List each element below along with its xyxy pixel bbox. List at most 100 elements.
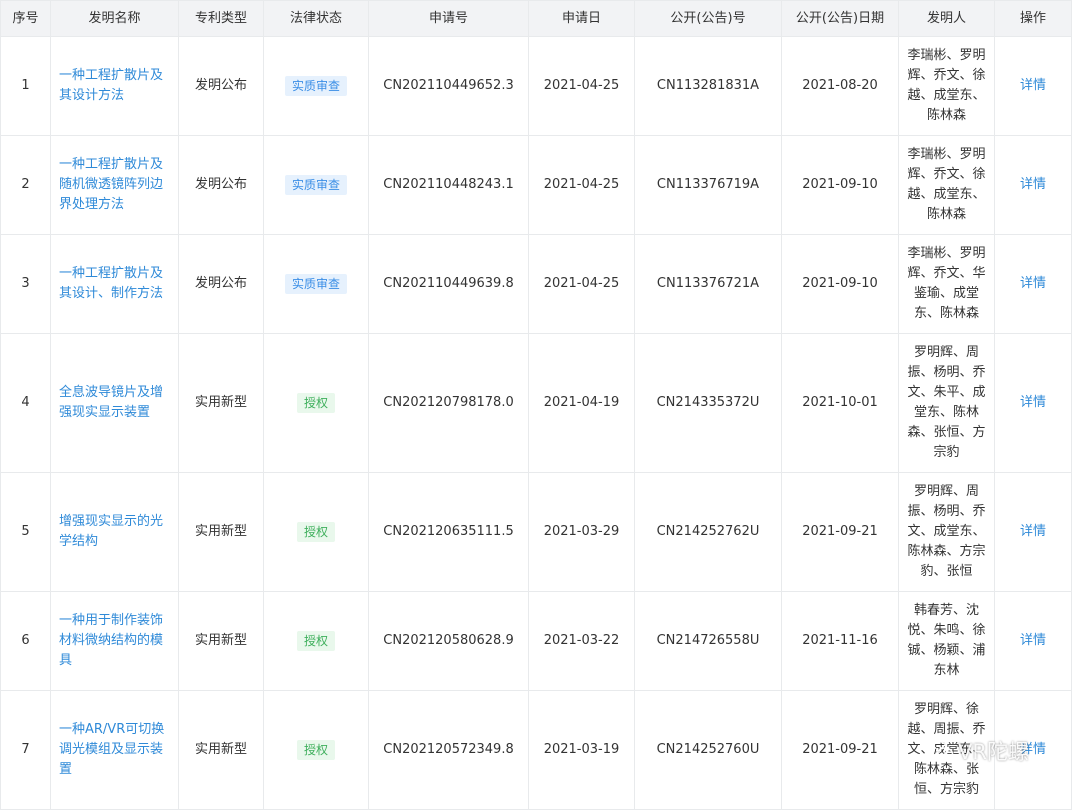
invention-name-link[interactable]: 全息波导镜片及增强现实显示装置 — [59, 385, 163, 420]
detail-link[interactable]: 详情 — [1020, 524, 1046, 539]
cell-name: 一种AR/VR可切换调光模组及显示装置 — [50, 690, 179, 810]
patent-table: 序号 发明名称 专利类型 法律状态 申请号 申请日 公开(公告)号 公开(公告)… — [0, 0, 1072, 810]
cell-app-no: CN202120798178.0 — [368, 333, 529, 473]
cell-app-no: CN202120580628.9 — [368, 591, 529, 691]
wechat-icon — [928, 740, 954, 761]
cell-action: 详情 — [994, 135, 1072, 235]
header-app-date: 申请日 — [528, 0, 635, 37]
cell-action: 详情 — [994, 472, 1072, 592]
status-badge: 授权 — [296, 521, 335, 542]
cell-seq: 2 — [0, 135, 51, 235]
cell-app-no: CN202110449639.8 — [368, 234, 529, 334]
cell-type: 发明公布 — [178, 36, 264, 136]
header-pub-no: 公开(公告)号 — [634, 0, 782, 37]
cell-pub-no: CN214335372U — [634, 333, 782, 473]
status-badge: 授权 — [296, 630, 335, 651]
header-pub-date: 公开(公告)日期 — [781, 0, 899, 37]
cell-inventors: 罗明辉、周振、杨明、乔文、成堂东、陈林森、方宗豹、张恒 — [898, 472, 995, 592]
invention-name-link[interactable]: 一种用于制作装饰材料微纳结构的模具 — [59, 613, 163, 668]
cell-status: 授权 — [263, 690, 369, 810]
detail-link[interactable]: 详情 — [1020, 395, 1046, 410]
cell-action: 详情 — [994, 36, 1072, 136]
cell-action: 详情 — [994, 234, 1072, 334]
header-seq: 序号 — [0, 0, 51, 37]
cell-type: 实用新型 — [178, 472, 264, 592]
cell-name: 一种工程扩散片及其设计方法 — [50, 36, 179, 136]
table-row: 7 一种AR/VR可切换调光模组及显示装置 实用新型 授权 CN20212057… — [0, 690, 1072, 810]
cell-seq: 5 — [0, 472, 51, 592]
detail-link[interactable]: 详情 — [1020, 633, 1046, 648]
invention-name-link[interactable]: 一种AR/VR可切换调光模组及显示装置 — [59, 722, 164, 777]
cell-status: 授权 — [263, 333, 369, 473]
invention-name-link[interactable]: 一种工程扩散片及随机微透镜阵列边界处理方法 — [59, 157, 163, 212]
header-status: 法律状态 — [263, 0, 369, 37]
cell-name: 增强现实显示的光学结构 — [50, 472, 179, 592]
cell-app-no: CN202110448243.1 — [368, 135, 529, 235]
table-row: 2 一种工程扩散片及随机微透镜阵列边界处理方法 发明公布 实质审查 CN2021… — [0, 135, 1072, 235]
watermark-text: VR陀螺 — [958, 740, 1029, 764]
cell-type: 发明公布 — [178, 234, 264, 334]
cell-pub-no: CN214252762U — [634, 472, 782, 592]
cell-status: 授权 — [263, 472, 369, 592]
invention-name-link[interactable]: 一种工程扩散片及其设计、制作方法 — [59, 266, 163, 301]
cell-pub-no: CN214252760U — [634, 690, 782, 810]
cell-type: 实用新型 — [178, 690, 264, 810]
header-inventors: 发明人 — [898, 0, 995, 37]
status-badge: 授权 — [296, 392, 335, 413]
table-header-row: 序号 发明名称 专利类型 法律状态 申请号 申请日 公开(公告)号 公开(公告)… — [0, 0, 1072, 37]
table-row: 5 增强现实显示的光学结构 实用新型 授权 CN202120635111.5 2… — [0, 472, 1072, 592]
cell-seq: 6 — [0, 591, 51, 691]
cell-pub-date: 2021-11-16 — [781, 591, 899, 691]
cell-inventors: 李瑞彬、罗明辉、乔文、华鉴瑜、成堂东、陈林森 — [898, 234, 995, 334]
cell-pub-date: 2021-09-21 — [781, 472, 899, 592]
cell-action: 详情 — [994, 333, 1072, 473]
cell-seq: 7 — [0, 690, 51, 810]
table-row: 4 全息波导镜片及增强现实显示装置 实用新型 授权 CN202120798178… — [0, 333, 1072, 473]
table-row: 6 一种用于制作装饰材料微纳结构的模具 实用新型 授权 CN2021205806… — [0, 591, 1072, 691]
cell-pub-no: CN113281831A — [634, 36, 782, 136]
cell-app-no: CN202120635111.5 — [368, 472, 529, 592]
table-row: 1 一种工程扩散片及其设计方法 发明公布 实质审查 CN202110449652… — [0, 36, 1072, 136]
cell-pub-date: 2021-09-10 — [781, 234, 899, 334]
cell-type: 发明公布 — [178, 135, 264, 235]
cell-inventors: 罗明辉、周振、杨明、乔文、朱平、成堂东、陈林森、张恒、方宗豹 — [898, 333, 995, 473]
detail-link[interactable]: 详情 — [1020, 177, 1046, 192]
cell-app-date: 2021-03-22 — [528, 591, 635, 691]
cell-inventors: 李瑞彬、罗明辉、乔文、徐越、成堂东、陈林森 — [898, 36, 995, 136]
cell-name: 一种用于制作装饰材料微纳结构的模具 — [50, 591, 179, 691]
cell-type: 实用新型 — [178, 591, 264, 691]
cell-app-date: 2021-04-25 — [528, 135, 635, 235]
cell-name: 一种工程扩散片及随机微透镜阵列边界处理方法 — [50, 135, 179, 235]
cell-app-date: 2021-04-25 — [528, 234, 635, 334]
cell-name: 一种工程扩散片及其设计、制作方法 — [50, 234, 179, 334]
cell-action: 详情 — [994, 591, 1072, 691]
cell-name: 全息波导镜片及增强现实显示装置 — [50, 333, 179, 473]
cell-pub-date: 2021-09-10 — [781, 135, 899, 235]
watermark: VR陀螺 — [928, 736, 1029, 766]
header-name: 发明名称 — [50, 0, 179, 37]
cell-pub-no: CN113376721A — [634, 234, 782, 334]
header-app-no: 申请号 — [368, 0, 529, 37]
cell-status: 实质审查 — [263, 36, 369, 136]
cell-pub-no: CN113376719A — [634, 135, 782, 235]
cell-pub-date: 2021-10-01 — [781, 333, 899, 473]
status-badge: 实质审查 — [284, 75, 347, 96]
detail-link[interactable]: 详情 — [1020, 78, 1046, 93]
cell-pub-date: 2021-08-20 — [781, 36, 899, 136]
cell-app-date: 2021-03-29 — [528, 472, 635, 592]
invention-name-link[interactable]: 增强现实显示的光学结构 — [59, 514, 163, 549]
cell-app-no: CN202110449652.3 — [368, 36, 529, 136]
status-badge: 实质审查 — [284, 174, 347, 195]
header-action: 操作 — [994, 0, 1072, 37]
status-badge: 授权 — [296, 739, 335, 760]
cell-app-date: 2021-03-19 — [528, 690, 635, 810]
cell-seq: 3 — [0, 234, 51, 334]
invention-name-link[interactable]: 一种工程扩散片及其设计方法 — [59, 68, 163, 103]
cell-pub-no: CN214726558U — [634, 591, 782, 691]
cell-type: 实用新型 — [178, 333, 264, 473]
cell-status: 授权 — [263, 591, 369, 691]
cell-app-date: 2021-04-25 — [528, 36, 635, 136]
detail-link[interactable]: 详情 — [1020, 276, 1046, 291]
cell-app-date: 2021-04-19 — [528, 333, 635, 473]
table-row: 3 一种工程扩散片及其设计、制作方法 发明公布 实质审查 CN202110449… — [0, 234, 1072, 334]
